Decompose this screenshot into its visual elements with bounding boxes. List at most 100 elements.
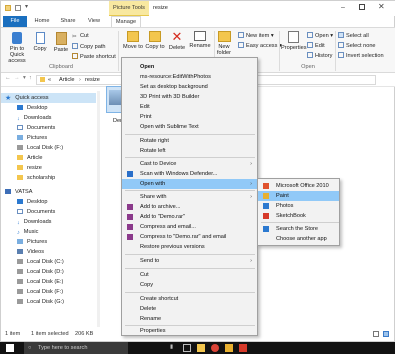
tab-share[interactable]: Share	[57, 16, 79, 27]
nav-item-desktop-2[interactable]: Desktop	[1, 197, 48, 207]
edit-button[interactable]: Edit	[307, 42, 325, 49]
submenu-item-photos[interactable]: Photos	[258, 201, 339, 211]
task-view-icon[interactable]	[183, 344, 191, 352]
menu-item-rotate-right[interactable]: Rotate right	[122, 136, 257, 146]
invert-selection-button[interactable]: Invert selection	[338, 52, 384, 59]
paint-taskbar-icon[interactable]	[225, 344, 233, 352]
menu-item-open[interactable]: Open	[122, 62, 257, 72]
copy-path-button[interactable]: Copy path	[72, 43, 106, 50]
menu-item-set-desktop-background[interactable]: Set as desktop background	[122, 82, 257, 92]
microphone-icon[interactable]: ▮	[170, 344, 173, 350]
menu-item-open-with-sublime[interactable]: Open with Sublime Text	[122, 122, 257, 132]
copy-button[interactable]: Copy	[33, 32, 47, 52]
menu-item-delete[interactable]: Delete	[122, 304, 257, 314]
history-button[interactable]: History	[307, 52, 332, 59]
nav-scrollbar[interactable]	[97, 91, 100, 327]
quick-access-toolbar-icon[interactable]	[15, 5, 21, 11]
menu-item-scan-defender[interactable]: Scan with Windows Defender...	[122, 169, 257, 179]
breadcrumb-resize[interactable]: resize	[85, 77, 100, 83]
properties-button[interactable]: Properties	[281, 31, 307, 51]
pin-to-quick-access-button[interactable]: Pin to Quick access	[4, 32, 30, 64]
menu-item-create-shortcut[interactable]: Create shortcut	[122, 294, 257, 304]
menu-item-add-to-demo-rar[interactable]: Add to "Demo.rar"	[122, 212, 257, 222]
menu-item-rename[interactable]: Rename	[122, 314, 257, 324]
paste-shortcut-button[interactable]: Paste shortcut	[72, 53, 116, 60]
rename-button[interactable]: Rename	[189, 31, 211, 49]
breadcrumb-root[interactable]: «	[48, 77, 51, 83]
menu-item-edit[interactable]: Edit	[122, 102, 257, 112]
menu-item-print[interactable]: Print	[122, 112, 257, 122]
tab-manage[interactable]: Manage	[111, 16, 141, 27]
menu-item-properties[interactable]: Properties	[122, 326, 257, 336]
menu-item-share-with[interactable]: Share with ›	[122, 192, 257, 202]
new-folder-button[interactable]: New folder	[214, 31, 234, 56]
back-arrow-icon[interactable]: ←	[5, 75, 11, 81]
menu-item-copy[interactable]: Copy	[122, 280, 257, 290]
large-icons-view-icon[interactable]	[383, 331, 389, 337]
new-item-button[interactable]: New item ▾	[238, 32, 274, 39]
select-all-button[interactable]: Select all	[338, 32, 369, 39]
up-arrow-icon[interactable]: ↑	[29, 75, 32, 81]
maximize-button[interactable]	[359, 4, 365, 10]
taskbar-search-box[interactable]: ○ Type here to search	[24, 342, 128, 354]
tab-home[interactable]: Home	[32, 16, 52, 27]
nav-item-local-disk-d[interactable]: Local Disk (D:)	[1, 267, 64, 277]
chevron-down-icon[interactable]: ▾	[25, 3, 31, 10]
open-button[interactable]: Open ▾	[307, 32, 333, 39]
nav-item-scholarship[interactable]: scholarship	[1, 173, 55, 183]
submenu-item-sketchbook[interactable]: SketchBook	[258, 211, 339, 221]
nav-item-downloads[interactable]: ↓ Downloads	[1, 113, 51, 123]
menu-item-cast-to-device[interactable]: Cast to Device ›	[122, 159, 257, 169]
nav-item-documents-2[interactable]: Documents	[1, 207, 55, 217]
nav-item-local-disk-f[interactable]: Local Disk (F:)	[1, 143, 63, 153]
move-to-button[interactable]: Move to	[123, 31, 143, 50]
details-view-icon[interactable]	[373, 331, 379, 337]
menu-item-open-with[interactable]: Open with ›	[122, 179, 257, 189]
paste-button[interactable]: Paste	[53, 32, 69, 53]
nav-item-local-disk-c[interactable]: Local Disk (C:)	[1, 257, 64, 267]
breadcrumb-article[interactable]: Article	[59, 77, 75, 83]
file-explorer-taskbar-icon[interactable]	[197, 344, 205, 352]
menu-item-restore-versions[interactable]: Restore previous versions	[122, 242, 257, 252]
nav-item-article[interactable]: Article	[1, 153, 43, 163]
menu-item-compress-email[interactable]: Compress and email...	[122, 222, 257, 232]
tab-file[interactable]: File	[3, 16, 27, 27]
nav-item-downloads-2[interactable]: ↓ Downloads	[1, 217, 51, 227]
windows-start-icon[interactable]	[6, 344, 14, 352]
forward-arrow-icon[interactable]: →	[14, 75, 20, 81]
menu-item-send-to[interactable]: Send to ›	[122, 256, 257, 266]
nav-item-quick-access[interactable]: ★ Quick access	[1, 93, 96, 103]
nav-item-pictures[interactable]: Pictures	[1, 133, 47, 143]
nav-item-desktop[interactable]: Desktop	[1, 103, 48, 113]
chevron-down-icon[interactable]: ▾	[23, 75, 26, 81]
select-none-button[interactable]: Select none	[338, 42, 376, 49]
tab-view[interactable]: View	[85, 16, 103, 27]
nav-item-documents[interactable]: Documents	[1, 123, 55, 133]
delete-button[interactable]: ✕ Delete	[167, 30, 187, 51]
nav-item-music[interactable]: ♪ Music	[1, 227, 38, 237]
menu-item-compress-demo-email[interactable]: Compress to "Demo.rar" and email	[122, 232, 257, 242]
nav-item-videos[interactable]: Videos	[1, 247, 44, 257]
copy-to-button[interactable]: Copy to	[145, 31, 165, 50]
menu-item-edit-with-photos[interactable]: ms-resource:EditWithPhotos	[122, 72, 257, 82]
nav-item-local-disk-g[interactable]: Local Disk (G:)	[1, 297, 64, 307]
menu-item-add-to-archive[interactable]: Add to archive...	[122, 202, 257, 212]
cut-button[interactable]: ✂ Cut	[72, 33, 89, 40]
nav-item-pictures-2[interactable]: Pictures	[1, 237, 47, 247]
menu-item-rotate-left[interactable]: Rotate left	[122, 146, 257, 156]
submenu-item-office[interactable]: Microsoft Office 2010	[258, 181, 339, 191]
nav-item-local-disk-e[interactable]: Local Disk (E:)	[1, 277, 63, 287]
nav-item-vatsa[interactable]: VATSA	[1, 187, 33, 197]
minimize-button[interactable]: –	[341, 4, 345, 11]
menu-item-cut[interactable]: Cut	[122, 270, 257, 280]
submenu-item-search-store[interactable]: Search the Store	[258, 224, 339, 234]
nav-item-resize[interactable]: resize	[1, 163, 42, 173]
menu-item-3d-print[interactable]: 3D Print with 3D Builder	[122, 92, 257, 102]
nav-item-local-disk-f-2[interactable]: Local Disk (F:)	[1, 287, 63, 297]
close-button[interactable]: ✕	[378, 2, 385, 11]
chrome-icon[interactable]	[211, 344, 219, 352]
sketchbook-taskbar-icon[interactable]	[239, 344, 247, 352]
submenu-item-choose-another-app[interactable]: Choose another app	[258, 234, 339, 244]
easy-access-button[interactable]: Easy access ▾	[238, 42, 282, 49]
submenu-item-paint[interactable]: Paint	[258, 191, 339, 201]
